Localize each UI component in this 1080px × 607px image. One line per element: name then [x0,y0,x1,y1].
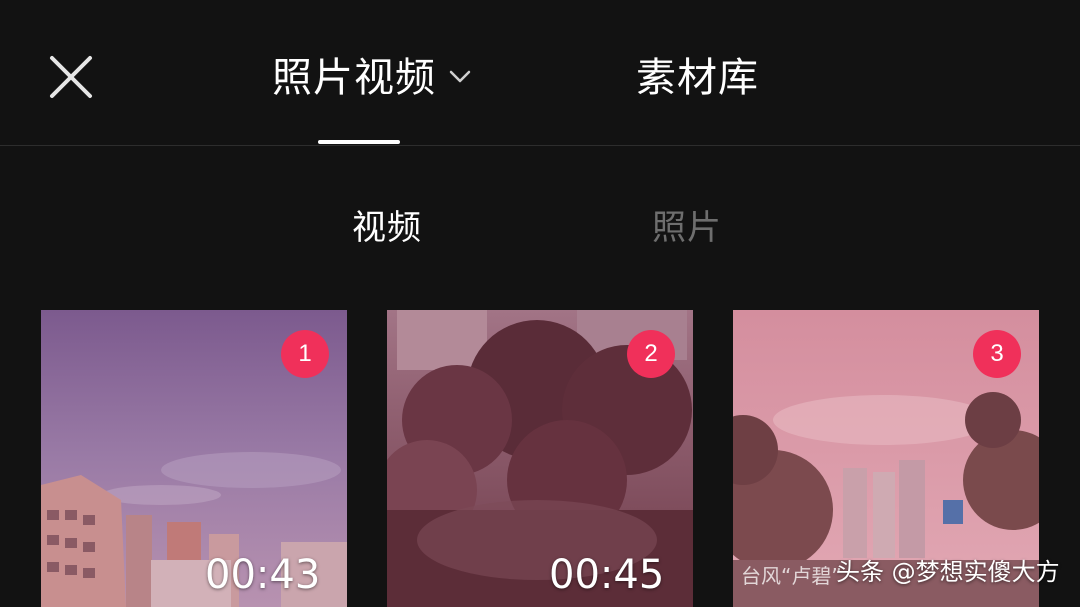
chevron-down-icon[interactable] [448,69,472,85]
subtab-photo[interactable]: 照片 [652,206,722,250]
close-icon [50,56,92,98]
media-thumbnail-1[interactable]: 1 00:43 [41,310,347,607]
selection-badge[interactable]: 1 [281,330,329,378]
selection-badge[interactable]: 3 [973,330,1021,378]
subtab-video[interactable]: 视频 [352,206,422,250]
close-button[interactable] [46,52,96,102]
watermark-text: 头条 @梦想实傻大方 [836,558,1060,586]
media-thumbnail-2[interactable]: 2 00:45 [387,310,693,607]
header-divider [0,145,1080,146]
video-duration: 00:43 [205,552,321,598]
video-caption: 台风“卢碧” [741,564,842,588]
active-tab-indicator [318,140,400,144]
tab-material-library[interactable]: 素材库 [636,52,759,104]
video-duration: 00:45 [549,552,665,598]
top-bar: 照片视频 素材库 [0,0,1080,145]
tab-photos-videos-label: 照片视频 [272,55,436,101]
tab-photos-videos[interactable]: 照片视频 [272,52,472,104]
tab-material-library-label: 素材库 [636,55,759,101]
selection-badge[interactable]: 2 [627,330,675,378]
